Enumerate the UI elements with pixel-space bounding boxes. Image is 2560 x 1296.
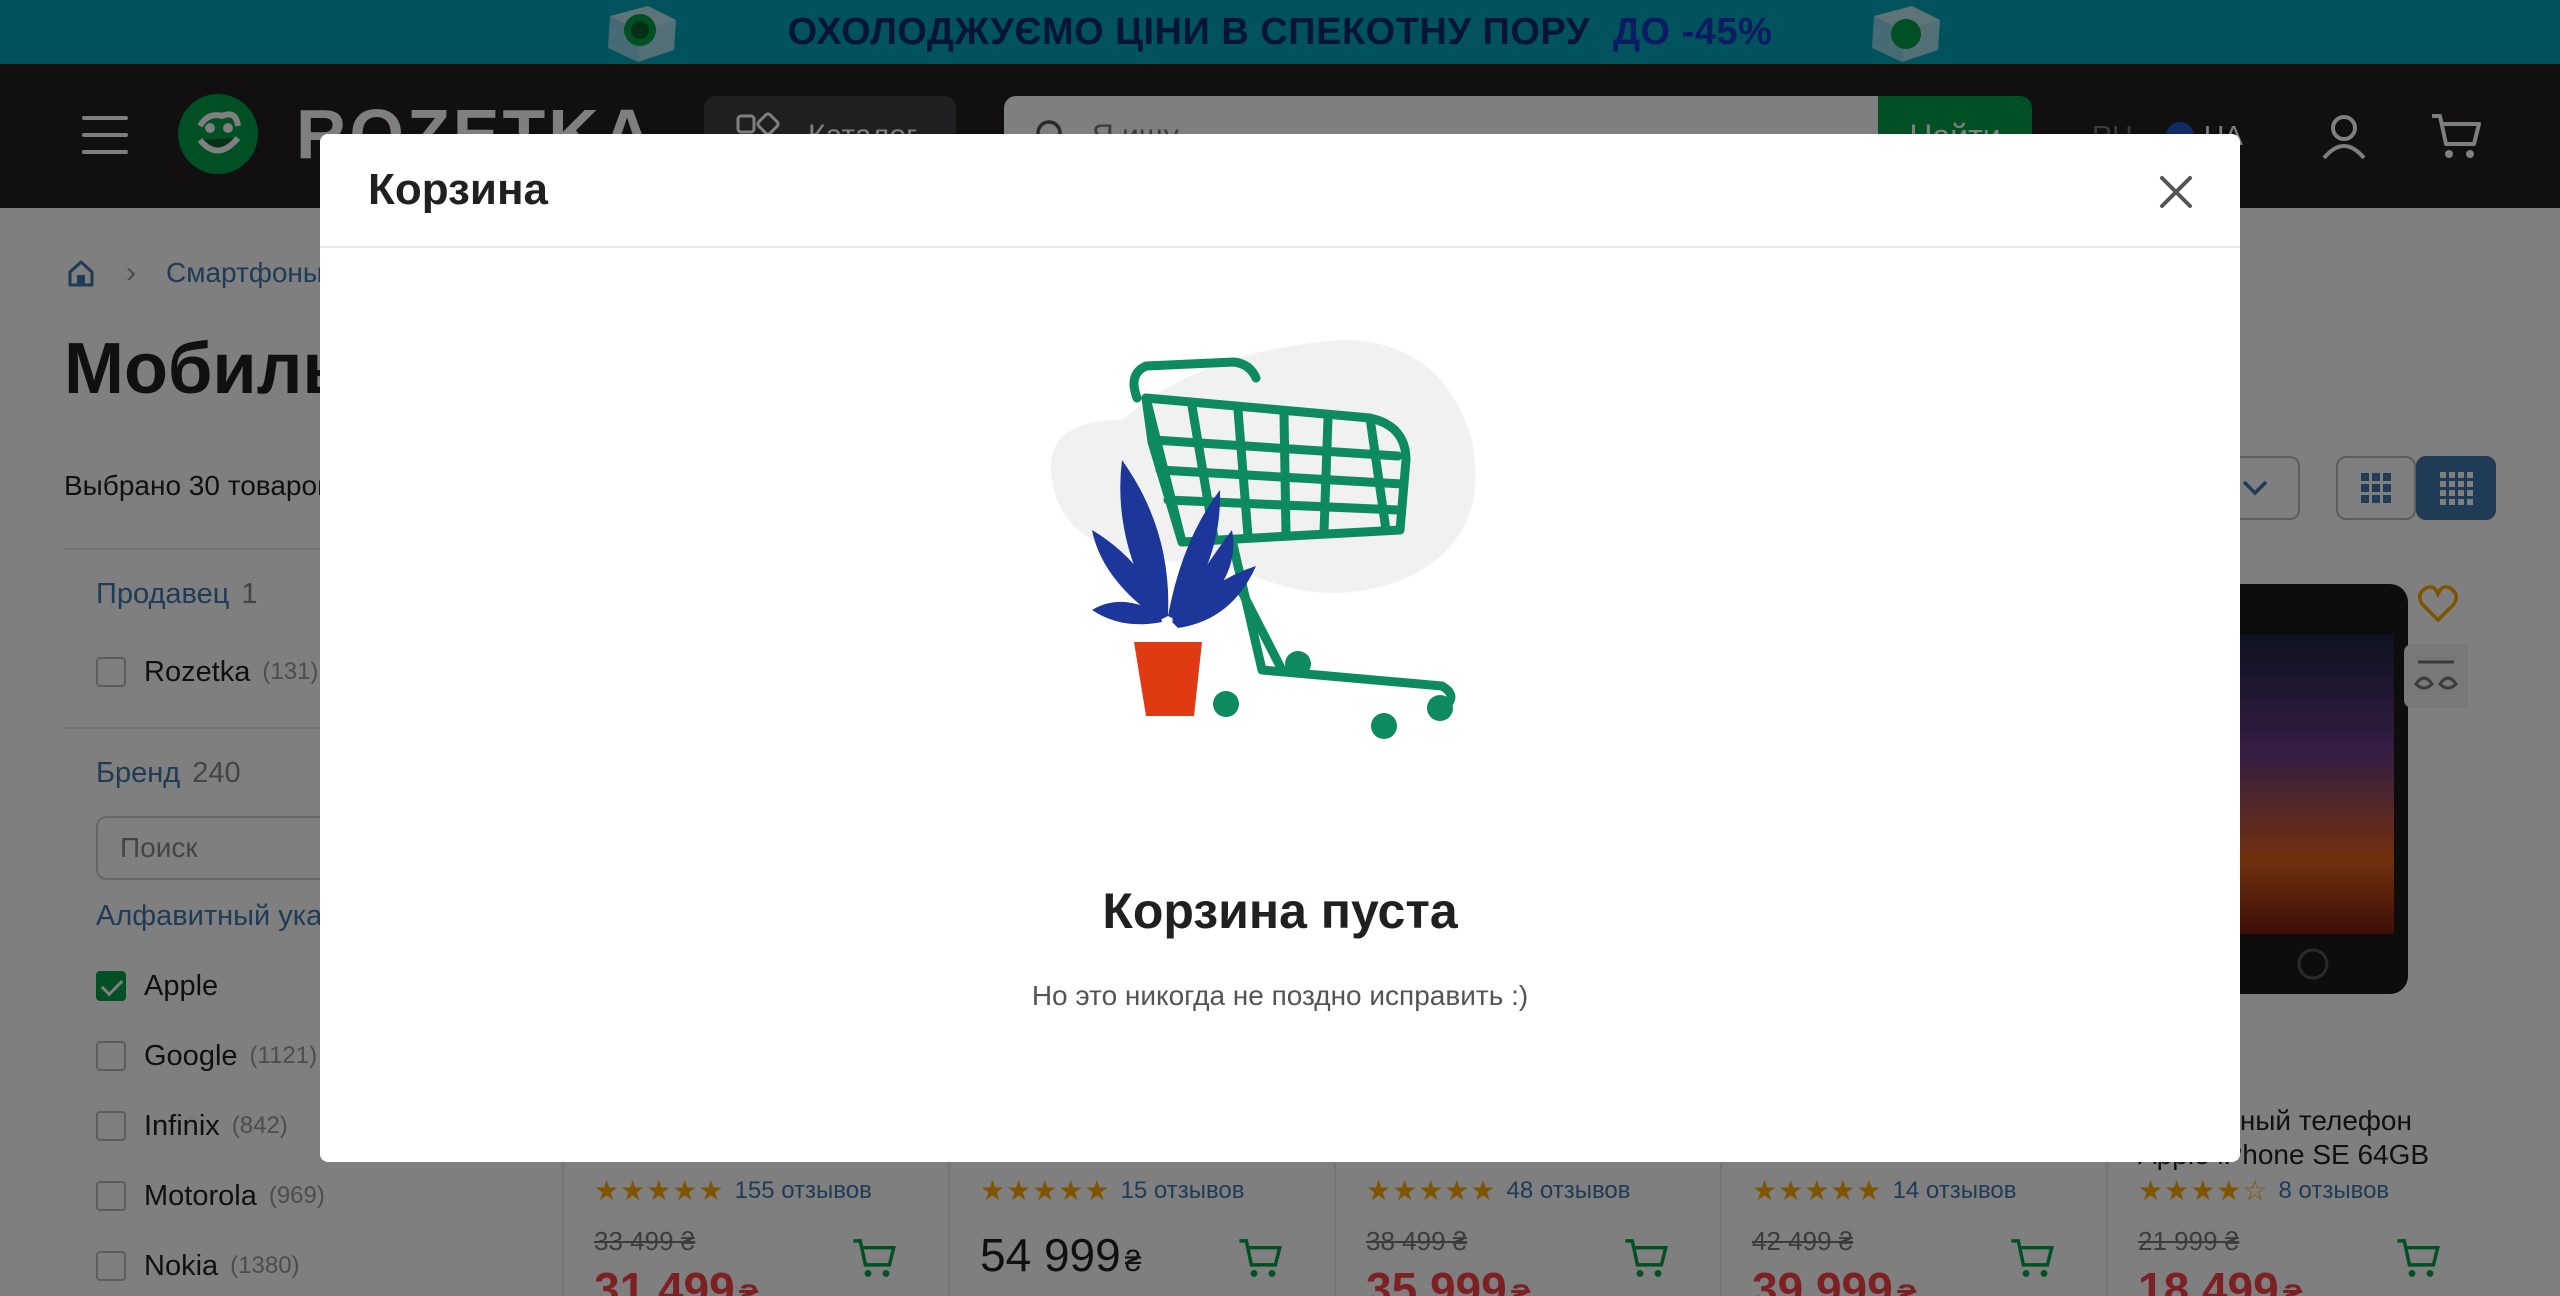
close-button[interactable] [2152,168,2200,216]
cart-modal: Корзина Корзина пуста Но это никогда не … [320,134,2240,1162]
empty-cart-title: Корзина пуста [1102,883,1458,939]
modal-title: Корзина [368,165,548,214]
app-root: ОХОЛОДЖУЄМО ЦІНИ В СПЕКОТНУ ПОРУ ДО -45%… [0,0,2560,1296]
close-icon [2160,176,2192,208]
empty-cart-illustration [1050,340,1476,739]
modal-header: Корзина [320,134,2240,248]
empty-cart-subtitle: Но это никогда не поздно исправить :) [1031,980,1529,1011]
